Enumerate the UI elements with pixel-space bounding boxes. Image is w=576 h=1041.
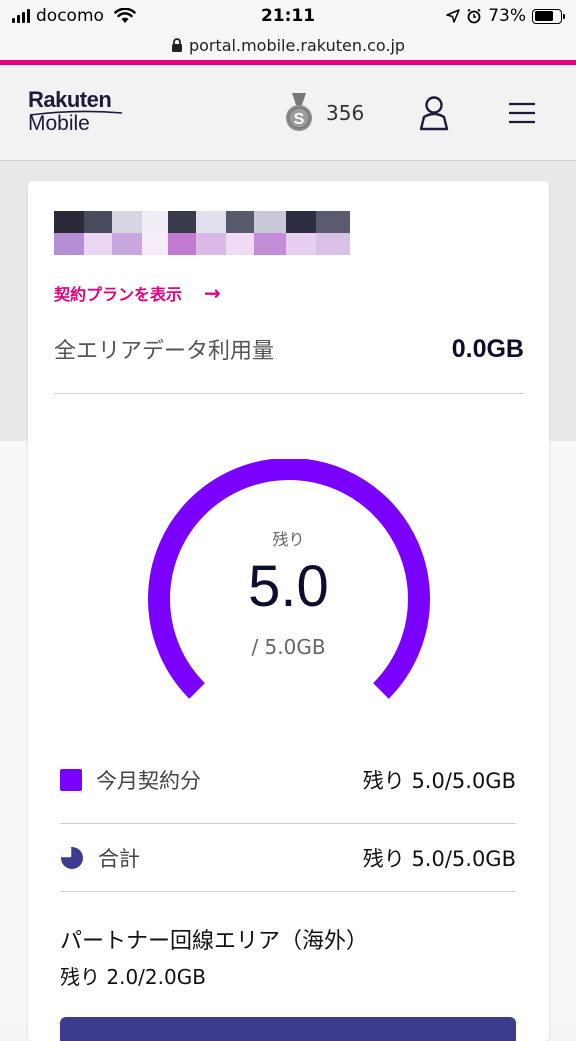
divider (54, 393, 524, 394)
pie-icon (61, 847, 83, 869)
location-arrow-icon (446, 9, 460, 23)
medal-letter: S (294, 111, 305, 128)
legend-row-monthly: 今月契約分 残り 5.0/5.0GB (60, 765, 516, 795)
logo-line1: Rakuten (28, 87, 112, 112)
gauge-remaining-value: 5.0 (248, 554, 329, 619)
status-right: 73% (446, 6, 565, 26)
usage-label: 全エリアデータ利用量 (54, 339, 275, 364)
logo-swoosh-icon (29, 110, 123, 116)
legend-row-total: 合計 残り 5.0/5.0GB (60, 843, 516, 873)
action-button[interactable] (60, 1017, 516, 1041)
carrier-name: docomo (36, 6, 104, 26)
usage-value: 0.0GB (451, 334, 524, 363)
data-usage-card: 契約プランを表示 → 全エリアデータ利用量 0.0GB 残り 5.0 / 5.0… (28, 181, 549, 1041)
divider (60, 891, 516, 892)
divider (60, 823, 516, 824)
masked-phone-number (54, 211, 350, 259)
legend-value: 残り 5.0/5.0GB (362, 769, 516, 793)
arrow-right-icon: → (204, 281, 221, 305)
hamburger-menu-icon[interactable] (508, 101, 536, 125)
view-plan-label: 契約プランを表示 (54, 285, 183, 304)
url-bar[interactable]: portal.mobile.rakuten.co.jp (0, 30, 576, 60)
medal-icon: S (286, 93, 312, 131)
status-left: docomo (12, 6, 136, 26)
square-swatch-icon (60, 769, 82, 791)
gauge-total: / 5.0GB (251, 635, 326, 659)
legend-value: 残り 5.0/5.0GB (362, 847, 516, 871)
gauge-caption: 残り (272, 530, 305, 549)
points-badge[interactable]: S 356 (284, 93, 364, 133)
rakuten-mobile-logo[interactable]: Rakuten Mobile (28, 87, 123, 135)
lock-icon (171, 37, 182, 52)
alarm-icon (467, 8, 481, 24)
url-text: portal.mobile.rakuten.co.jp (188, 35, 406, 55)
legend-label: 合計 (98, 847, 140, 871)
battery-icon (532, 8, 565, 24)
signal-icon (12, 9, 30, 23)
logo-line2: Mobile (28, 112, 90, 135)
app-header: Rakuten Mobile S 356 (0, 65, 576, 161)
points-value: 356 (326, 101, 365, 125)
partner-area-title: パートナー回線エリア（海外） (60, 929, 369, 954)
view-plan-link[interactable]: 契約プランを表示 → (54, 281, 221, 305)
legend-label: 今月契約分 (96, 769, 201, 793)
wifi-icon (114, 8, 136, 23)
status-bar: docomo 21:11 73% (0, 0, 576, 34)
battery-percent: 73% (488, 6, 526, 26)
user-icon[interactable] (418, 95, 450, 131)
partner-area-value: 残り 2.0/2.0GB (60, 965, 206, 989)
usage-row: 全エリアデータ利用量 0.0GB (54, 333, 524, 365)
